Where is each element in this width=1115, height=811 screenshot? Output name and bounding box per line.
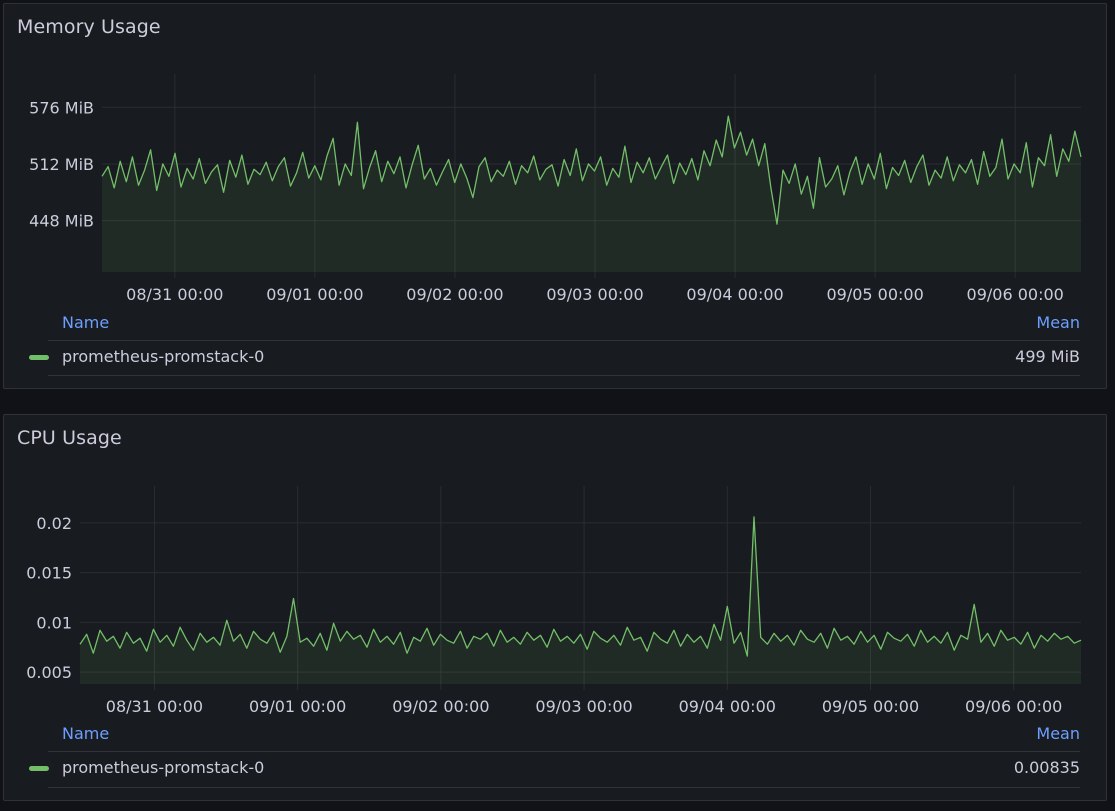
- x-tick-label: 09/01 00:00: [266, 285, 363, 304]
- x-tick-label: 08/31 00:00: [126, 285, 223, 304]
- legend-divider: [48, 751, 1080, 752]
- legend-series-name[interactable]: prometheus-promstack-0: [62, 758, 264, 777]
- x-tick-label: 09/05 00:00: [826, 285, 923, 304]
- x-tick-label: 09/06 00:00: [965, 697, 1062, 715]
- x-tick-label: 09/02 00:00: [406, 285, 503, 304]
- y-tick-label: 0.02: [36, 514, 72, 533]
- y-tick-label: 448 MiB: [29, 212, 94, 231]
- x-tick-label: 09/04 00:00: [686, 285, 783, 304]
- legend-name-header[interactable]: Name: [62, 313, 109, 332]
- legend-series-name[interactable]: prometheus-promstack-0: [62, 347, 264, 366]
- cpu-chart[interactable]: 0.005 0.01 0.015 0.02 08/31 00:00 09/01 00:00…: [4, 415, 1108, 715]
- y-tick-label: 0.005: [26, 663, 72, 682]
- series-color-swatch: [29, 766, 49, 771]
- cpu-usage-panel: CPU Usage 0.005 0.01 0.015 0.02 08/31 00:00 0…: [3, 414, 1107, 801]
- x-tick-label: 09/05 00:00: [822, 697, 919, 715]
- y-tick-label: 512 MiB: [29, 155, 94, 174]
- legend-series-mean: 499 MiB: [1015, 347, 1080, 366]
- legend-name-header[interactable]: Name: [62, 724, 109, 743]
- x-tick-label: 09/04 00:00: [679, 697, 776, 715]
- legend-series-mean: 0.00835: [1013, 758, 1080, 777]
- x-tick-label: 09/06 00:00: [967, 285, 1064, 304]
- legend-divider: [48, 787, 1080, 788]
- y-tick-label: 576 MiB: [29, 98, 94, 117]
- memory-chart[interactable]: 448 MiB 512 MiB 576 MiB 08/31 00:00 09/01 00…: [4, 4, 1108, 304]
- series-area-fill: [102, 116, 1081, 272]
- legend-mean-header[interactable]: Mean: [1036, 724, 1080, 743]
- y-tick-label: 0.015: [26, 564, 72, 583]
- memory-usage-panel: Memory Usage 448 MiB 512 MiB 576 MiB 08/31 …: [3, 3, 1107, 389]
- x-tick-label: 09/03 00:00: [535, 697, 632, 715]
- legend-divider: [48, 375, 1080, 376]
- x-tick-label: 09/01 00:00: [249, 697, 346, 715]
- series-color-swatch: [29, 355, 49, 360]
- legend-divider: [48, 340, 1080, 341]
- y-tick-label: 0.01: [36, 613, 72, 632]
- x-tick-label: 09/03 00:00: [546, 285, 643, 304]
- legend-mean-header[interactable]: Mean: [1036, 313, 1080, 332]
- series-area-fill: [80, 516, 1081, 684]
- x-tick-label: 09/02 00:00: [392, 697, 489, 715]
- x-tick-label: 08/31 00:00: [106, 697, 203, 715]
